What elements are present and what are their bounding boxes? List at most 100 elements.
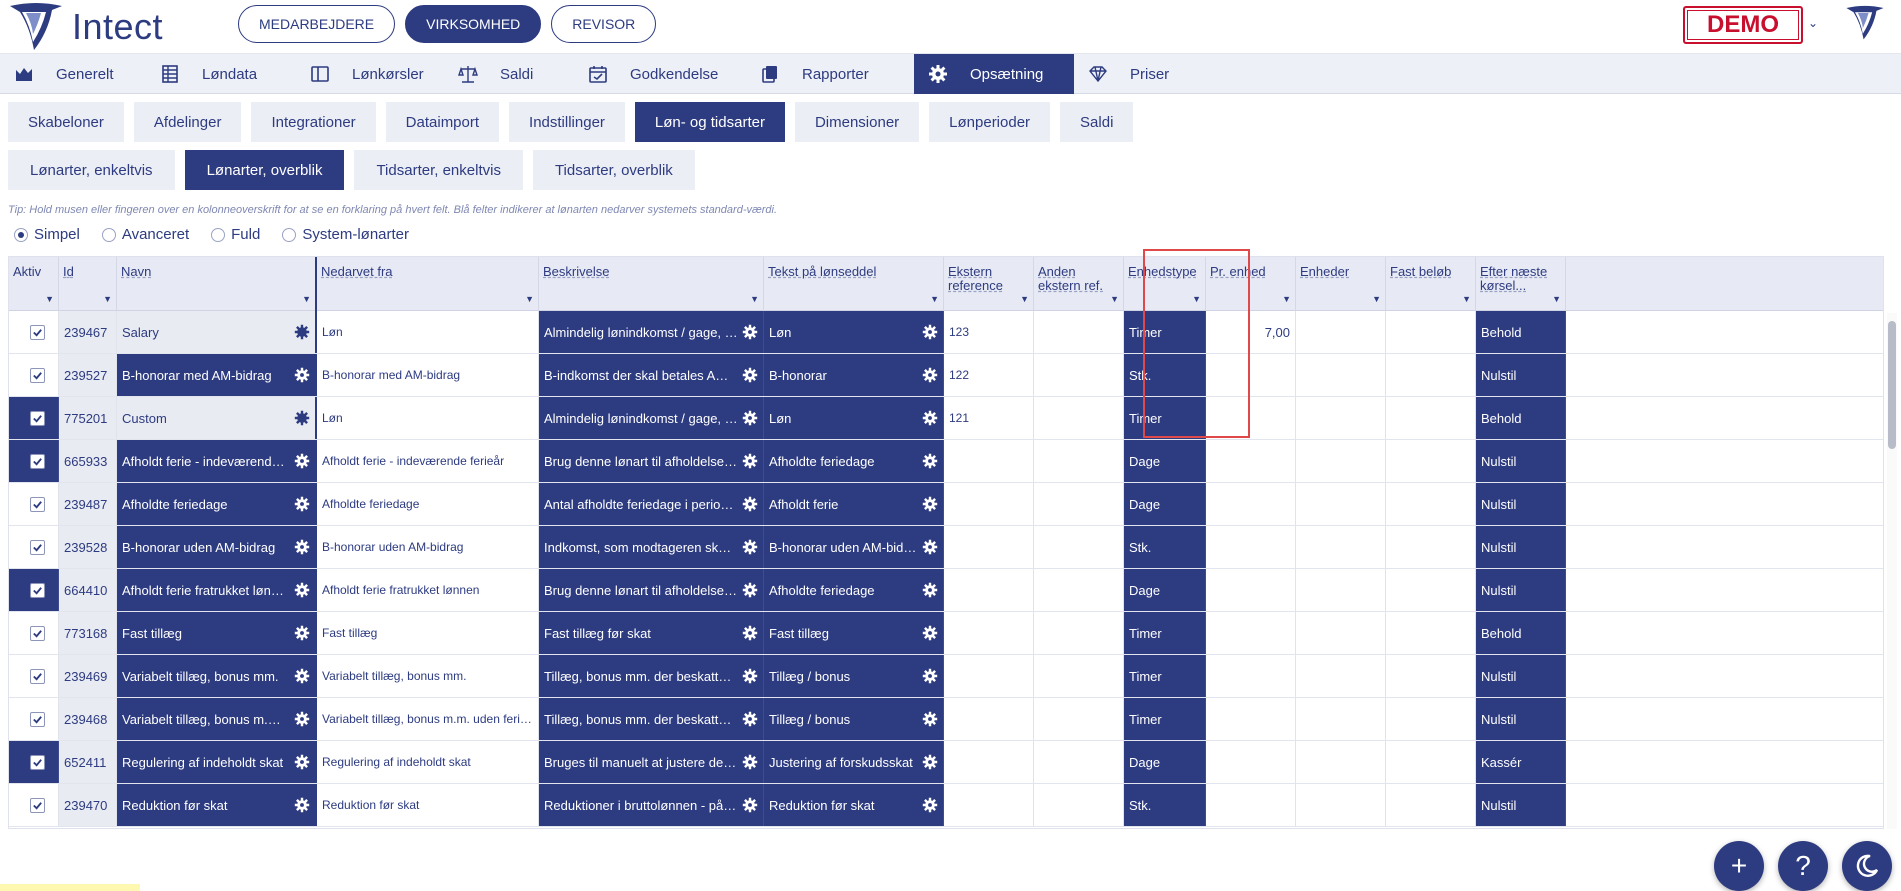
tab-afdelinger[interactable]: Afdelinger <box>133 102 242 142</box>
external-reference-cell[interactable]: 122 <box>944 354 1034 396</box>
main-nav-saldi[interactable]: Saldi <box>444 54 574 94</box>
dark-mode-button[interactable] <box>1842 841 1892 891</box>
units-cell[interactable] <box>1296 655 1386 697</box>
table-row[interactable]: 239527 B-honorar med AM-bidrag B-honorar m… <box>9 354 1883 397</box>
fixed-amount-cell[interactable] <box>1386 655 1476 697</box>
after-next-run-cell[interactable]: Behold <box>1476 311 1566 353</box>
gear-icon[interactable] <box>922 410 938 426</box>
other-external-ref-cell[interactable] <box>1034 483 1124 525</box>
other-external-ref-cell[interactable] <box>1034 741 1124 783</box>
main-nav-godkendelse[interactable]: Godkendelse <box>574 54 746 94</box>
name-cell[interactable]: Variabelt tillæg, bonus mm. <box>117 655 317 697</box>
gear-icon[interactable] <box>742 539 758 555</box>
gear-icon[interactable] <box>742 797 758 813</box>
tab-saldi[interactable]: Saldi <box>1060 102 1134 142</box>
per-unit-cell[interactable] <box>1206 483 1296 525</box>
tab-skabeloner[interactable]: Skabeloner <box>8 102 124 142</box>
inherited-from-cell[interactable]: Løn <box>317 397 539 439</box>
description-cell[interactable]: Fast tillæg før skat <box>539 612 764 654</box>
inherited-from-cell[interactable]: Reduktion før skat <box>317 784 539 826</box>
gear-icon[interactable] <box>742 410 758 426</box>
filter-icon[interactable]: ▼ <box>302 292 311 306</box>
active-checkbox[interactable] <box>30 324 45 340</box>
aktiv-cell[interactable] <box>9 526 59 568</box>
role-revisor-button[interactable]: REVISOR <box>551 5 657 43</box>
view-mode-fuld[interactable]: Fuld <box>211 226 260 243</box>
gear-icon[interactable] <box>922 367 938 383</box>
name-cell[interactable]: Variabelt tillæg, bonus m.m. uden ... <box>117 698 317 740</box>
aktiv-cell[interactable] <box>9 397 59 439</box>
other-external-ref-cell[interactable] <box>1034 569 1124 611</box>
name-cell[interactable]: Reduktion før skat <box>117 784 317 826</box>
tab-integrationer[interactable]: Integrationer <box>251 102 376 142</box>
unit-type-cell[interactable]: Timer <box>1124 655 1206 697</box>
id-cell[interactable]: 239470 <box>59 784 117 826</box>
active-checkbox[interactable] <box>30 539 45 555</box>
other-external-ref-cell[interactable] <box>1034 655 1124 697</box>
radio-circle[interactable] <box>282 227 297 242</box>
payslip-text-cell[interactable]: Tillæg / bonus <box>764 698 944 740</box>
name-cell[interactable]: B-honorar med AM-bidrag <box>117 354 317 396</box>
table-row[interactable]: 239470 Reduktion før skat Reduktion før sk… <box>9 784 1883 827</box>
gear-icon[interactable] <box>742 496 758 512</box>
fixed-amount-cell[interactable] <box>1386 526 1476 568</box>
fixed-amount-cell[interactable] <box>1386 483 1476 525</box>
per-unit-cell[interactable] <box>1206 440 1296 482</box>
after-next-run-cell[interactable]: Nulstil <box>1476 655 1566 697</box>
after-next-run-cell[interactable]: Nulstil <box>1476 698 1566 740</box>
gear-icon[interactable] <box>742 754 758 770</box>
gear-icon[interactable] <box>922 582 938 598</box>
column-header-beskrivelse[interactable]: Beskrivelse ▼ <box>539 257 764 311</box>
gear-icon[interactable] <box>294 539 310 555</box>
gear-icon[interactable] <box>922 754 938 770</box>
gear-icon[interactable] <box>294 324 310 340</box>
table-row[interactable]: 239528 B-honorar uden AM-bidrag B-honorar … <box>9 526 1883 569</box>
inherited-from-cell[interactable]: Variabelt tillæg, bonus mm. <box>317 655 539 697</box>
gear-icon[interactable] <box>294 668 310 684</box>
tab-indstillinger[interactable]: Indstillinger <box>509 102 625 142</box>
grid-scrollbar[interactable] <box>1887 313 1897 829</box>
active-checkbox[interactable] <box>30 410 45 426</box>
name-cell[interactable]: B-honorar uden AM-bidrag <box>117 526 317 568</box>
gear-icon[interactable] <box>294 367 310 383</box>
table-row[interactable]: 239487 Afholdte feriedage Afholdte ferieda… <box>9 483 1883 526</box>
gear-icon[interactable] <box>922 539 938 555</box>
external-reference-cell[interactable] <box>944 526 1034 568</box>
unit-type-cell[interactable]: Dage <box>1124 483 1206 525</box>
unit-type-cell[interactable]: Dage <box>1124 741 1206 783</box>
aktiv-cell[interactable] <box>9 741 59 783</box>
other-external-ref-cell[interactable] <box>1034 698 1124 740</box>
id-cell[interactable]: 652411 <box>59 741 117 783</box>
unit-type-cell[interactable]: Dage <box>1124 569 1206 611</box>
gear-icon[interactable] <box>294 496 310 512</box>
payslip-text-cell[interactable]: Afholdt ferie <box>764 483 944 525</box>
main-nav-generelt[interactable]: Generelt <box>0 54 146 94</box>
fixed-amount-cell[interactable] <box>1386 741 1476 783</box>
filter-icon[interactable]: ▼ <box>1372 292 1381 306</box>
inherited-from-cell[interactable]: Variabelt tillæg, bonus m.m. uden ferieb… <box>317 698 539 740</box>
other-external-ref-cell[interactable] <box>1034 612 1124 654</box>
inherited-from-cell[interactable]: Afholdte feriedage <box>317 483 539 525</box>
gear-icon[interactable] <box>922 453 938 469</box>
inherited-from-cell[interactable]: B-honorar med AM-bidrag <box>317 354 539 396</box>
main-nav-priser[interactable]: Priser <box>1074 54 1204 94</box>
other-external-ref-cell[interactable] <box>1034 440 1124 482</box>
name-cell[interactable]: Salary <box>117 311 317 353</box>
id-cell[interactable]: 239487 <box>59 483 117 525</box>
id-cell[interactable]: 239469 <box>59 655 117 697</box>
gear-icon[interactable] <box>742 367 758 383</box>
fixed-amount-cell[interactable] <box>1386 354 1476 396</box>
units-cell[interactable] <box>1296 698 1386 740</box>
gear-icon[interactable] <box>294 625 310 641</box>
gear-icon[interactable] <box>742 453 758 469</box>
after-next-run-cell[interactable]: Nulstil <box>1476 483 1566 525</box>
tab-løn-og-tidsarter[interactable]: Løn- og tidsarter <box>634 102 785 142</box>
filter-icon[interactable]: ▼ <box>1282 292 1291 306</box>
fixed-amount-cell[interactable] <box>1386 397 1476 439</box>
per-unit-cell[interactable] <box>1206 569 1296 611</box>
other-external-ref-cell[interactable] <box>1034 784 1124 826</box>
column-header-enheder[interactable]: Enheder ▼ <box>1296 257 1386 311</box>
units-cell[interactable] <box>1296 526 1386 568</box>
active-checkbox[interactable] <box>30 668 45 684</box>
gear-icon[interactable] <box>922 711 938 727</box>
